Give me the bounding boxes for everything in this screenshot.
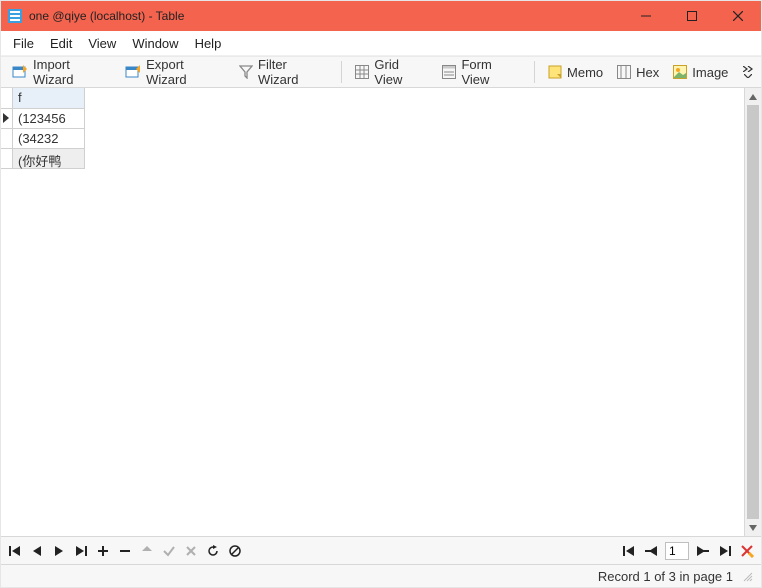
image-icon [673,65,687,79]
nav-prev-button[interactable] [29,543,45,559]
menu-edit[interactable]: Edit [42,33,80,54]
filter-wizard-label: Filter Wizard [258,57,328,87]
grid-icon [355,65,369,79]
row-marker[interactable] [1,109,13,129]
minimize-button[interactable] [623,1,669,31]
filter-icon [239,65,253,79]
nav-delete-button[interactable] [117,543,133,559]
nav-first-button[interactable] [7,543,23,559]
grid-view-label: Grid View [374,57,428,87]
window: one @qiye (localhost) - Table File Edit … [0,0,762,588]
menu-help[interactable]: Help [187,33,230,54]
image-label: Image [692,65,728,80]
nav-add-button[interactable] [95,543,111,559]
nav-cancel-button[interactable] [183,543,199,559]
cell[interactable]: (34232 [13,129,85,149]
chevron-right-double-icon [743,66,753,72]
table-row[interactable]: (34232 [1,129,744,149]
toolbar-overflow-button[interactable] [739,58,757,86]
menu-file[interactable]: File [5,33,42,54]
toolbar-separator [534,61,535,83]
table-row[interactable]: (123456 [1,109,744,129]
page-first-button[interactable] [621,543,637,559]
cell[interactable]: (你好鸭 [13,149,85,169]
row-marker[interactable] [1,129,13,149]
import-wizard-button[interactable]: Import Wizard [5,60,118,84]
image-button[interactable]: Image [666,60,735,84]
scroll-down-button[interactable] [745,519,761,536]
data-grid[interactable]: f (123456 (34232 (你好鸭 [1,88,744,536]
menu-view[interactable]: View [80,33,124,54]
form-icon [442,65,456,79]
table-row[interactable]: (你好鸭 [1,149,744,169]
menu-window[interactable]: Window [124,33,186,54]
memo-icon [548,65,562,79]
status-bar: Record 1 of 3 in page 1 [1,565,761,587]
titlebar[interactable]: one @qiye (localhost) - Table [1,1,761,31]
memo-label: Memo [567,65,603,80]
export-wizard-label: Export Wizard [146,57,225,87]
import-wizard-label: Import Wizard [33,57,111,87]
filter-wizard-button[interactable]: Filter Wizard [232,60,335,84]
column-header-row: f [1,88,744,109]
import-icon [12,64,28,80]
grid-view-button[interactable]: Grid View [348,60,435,84]
nav-post-button[interactable] [161,543,177,559]
nav-refresh-button[interactable] [205,543,221,559]
page-settings-button[interactable] [739,543,755,559]
resize-grip-icon[interactable] [741,570,753,582]
nav-edit-button[interactable] [139,543,155,559]
hex-label: Hex [636,65,659,80]
memo-button[interactable]: Memo [541,60,610,84]
column-header-f[interactable]: f [13,88,85,109]
cell[interactable]: (123456 [13,109,85,129]
grid-area: f (123456 (34232 (你好鸭 [1,88,761,537]
form-view-label: Form View [461,57,521,87]
scroll-up-button[interactable] [745,88,761,105]
nav-next-button[interactable] [51,543,67,559]
hex-button[interactable]: Hex [610,60,666,84]
menubar: File Edit View Window Help [1,31,761,56]
close-button[interactable] [715,1,761,31]
row-marker[interactable] [1,149,13,169]
app-icon [7,8,23,24]
vertical-scrollbar[interactable] [744,88,761,536]
page-prev-button[interactable] [643,543,659,559]
export-icon [125,64,141,80]
page-last-button[interactable] [717,543,733,559]
grid-corner[interactable] [1,88,13,109]
window-title: one @qiye (localhost) - Table [29,9,623,23]
toolbar: Import Wizard Export Wizard Filter Wizar… [1,56,761,88]
form-view-button[interactable]: Form View [435,60,528,84]
nav-last-button[interactable] [73,543,89,559]
maximize-button[interactable] [669,1,715,31]
chevron-down-icon [744,74,752,78]
toolbar-separator [341,61,342,83]
export-wizard-button[interactable]: Export Wizard [118,60,232,84]
page-number-input[interactable] [665,542,689,560]
scroll-track[interactable] [745,105,761,519]
page-next-button[interactable] [695,543,711,559]
current-row-indicator-icon [3,113,9,123]
hex-icon [617,65,631,79]
scroll-thumb[interactable] [747,105,759,519]
record-navigator [1,537,761,565]
status-text: Record 1 of 3 in page 1 [598,569,733,584]
nav-stop-button[interactable] [227,543,243,559]
